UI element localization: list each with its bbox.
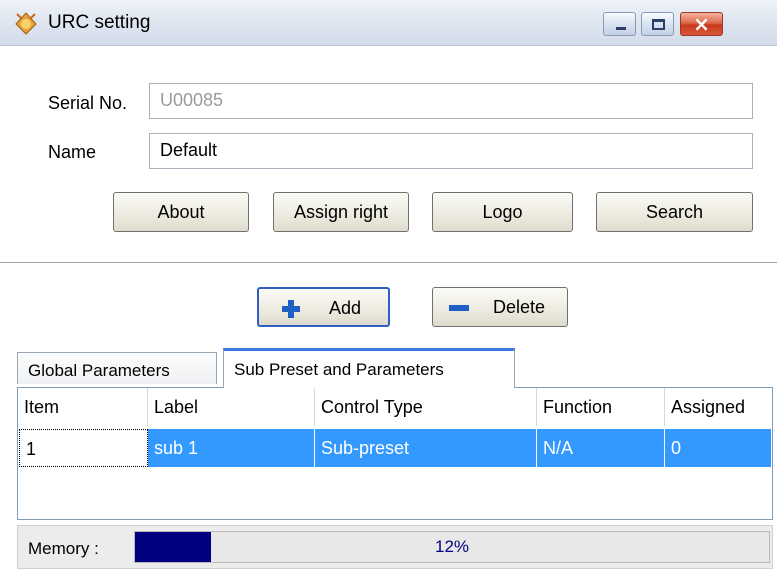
- table-header: Item Label Control Type Function Assigne…: [18, 388, 772, 426]
- column-header-control-type[interactable]: Control Type: [315, 388, 537, 426]
- maximize-button[interactable]: [641, 12, 674, 36]
- minimize-icon: [616, 27, 626, 30]
- cell-label[interactable]: sub 1: [148, 429, 315, 467]
- minus-icon: [449, 305, 469, 311]
- close-button[interactable]: ×: [680, 12, 723, 36]
- memory-percent: 12%: [434, 537, 470, 556]
- delete-label: Delete: [493, 297, 546, 317]
- assign-right-button[interactable]: Assign right: [273, 192, 409, 232]
- serial-label: Serial No.: [48, 93, 128, 113]
- logo-button[interactable]: Logo: [432, 192, 573, 232]
- memory-panel: Memory : 12%: [17, 525, 773, 569]
- name-label: Name: [48, 142, 97, 162]
- add-label: Add: [329, 298, 362, 318]
- column-header-label[interactable]: Label: [148, 388, 315, 426]
- memory-progress-bar: 12%: [134, 531, 770, 563]
- sub-preset-table: Item Label Control Type Function Assigne…: [17, 387, 773, 520]
- add-button[interactable]: Add: [257, 287, 390, 327]
- column-header-function[interactable]: Function: [537, 388, 665, 426]
- close-icon: ×: [693, 12, 710, 36]
- column-header-assigned[interactable]: Assigned: [665, 388, 774, 426]
- cell-assigned[interactable]: 0: [665, 429, 772, 467]
- window-title: URC setting: [48, 12, 151, 33]
- plus-icon: [282, 300, 300, 318]
- column-header-item[interactable]: Item: [18, 388, 148, 426]
- memory-label: Memory :: [28, 539, 99, 558]
- tab-sub-preset-and-parameters[interactable]: Sub Preset and Parameters: [223, 348, 515, 388]
- search-button[interactable]: Search: [596, 192, 753, 232]
- tab-global-parameters[interactable]: Global Parameters: [17, 352, 217, 384]
- table-row[interactable]: 1 sub 1 Sub-preset N/A 0: [18, 429, 772, 467]
- minimize-button[interactable]: [603, 12, 636, 36]
- cell-item[interactable]: 1: [19, 429, 148, 467]
- serial-field[interactable]: U00085: [149, 83, 753, 119]
- title-bar: URC setting ×: [0, 0, 777, 46]
- cell-function[interactable]: N/A: [537, 429, 665, 467]
- divider: [0, 262, 777, 264]
- app-icon: [15, 12, 37, 35]
- delete-button[interactable]: Delete: [432, 287, 568, 327]
- name-field[interactable]: Default: [149, 133, 753, 169]
- cell-control-type[interactable]: Sub-preset: [315, 429, 537, 467]
- about-button[interactable]: About: [113, 192, 249, 232]
- maximize-icon: [652, 19, 665, 30]
